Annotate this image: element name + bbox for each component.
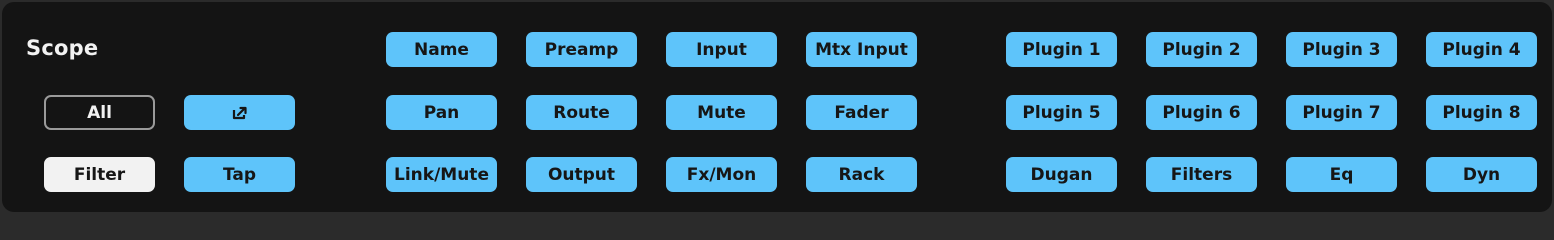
plugin-6-button[interactable]: Plugin 6 [1146, 95, 1257, 130]
plugin-7-button[interactable]: Plugin 7 [1286, 95, 1397, 130]
scope-title: Scope [26, 36, 99, 60]
fx-mon-button[interactable]: Fx/Mon [666, 157, 777, 192]
plugin-3-button[interactable]: Plugin 3 [1286, 32, 1397, 67]
link-mute-button[interactable]: Link/Mute [386, 157, 497, 192]
output-button[interactable]: Output [526, 157, 637, 192]
input-button[interactable]: Input [666, 32, 777, 67]
dyn-button[interactable]: Dyn [1426, 157, 1537, 192]
plugin-1-button[interactable]: Plugin 1 [1006, 32, 1117, 67]
plugin-4-button[interactable]: Plugin 4 [1426, 32, 1537, 67]
mute-button[interactable]: Mute [666, 95, 777, 130]
plugin-2-button[interactable]: Plugin 2 [1146, 32, 1257, 67]
plugin-8-button[interactable]: Plugin 8 [1426, 95, 1537, 130]
mtx-input-button[interactable]: Mtx Input [806, 32, 917, 67]
plugin-5-button[interactable]: Plugin 5 [1006, 95, 1117, 130]
route-button[interactable]: Route [526, 95, 637, 130]
rack-button[interactable]: Rack [806, 157, 917, 192]
eq-button[interactable]: Eq [1286, 157, 1397, 192]
filter-button[interactable]: Filter [44, 157, 155, 192]
name-button[interactable]: Name [386, 32, 497, 67]
pan-button[interactable]: Pan [386, 95, 497, 130]
tap-button[interactable]: Tap [184, 157, 295, 192]
preamp-button[interactable]: Preamp [526, 32, 637, 67]
popout-button[interactable] [184, 95, 295, 130]
filters-button[interactable]: Filters [1146, 157, 1257, 192]
fader-button[interactable]: Fader [806, 95, 917, 130]
popout-icon [232, 106, 248, 120]
dugan-button[interactable]: Dugan [1006, 157, 1117, 192]
all-button[interactable]: All [44, 95, 155, 130]
